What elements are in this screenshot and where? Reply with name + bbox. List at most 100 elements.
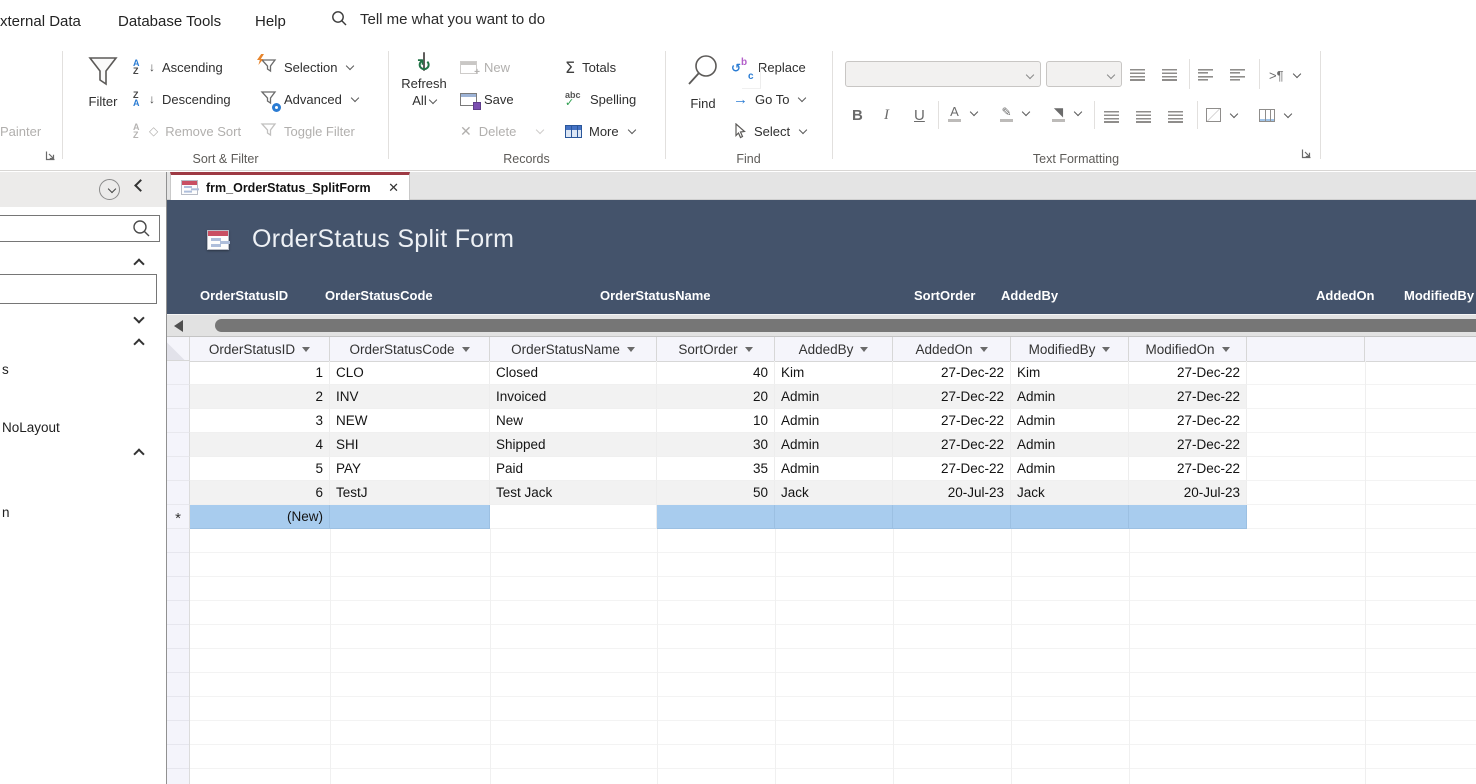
- bold-button[interactable]: B: [852, 103, 863, 127]
- more-button[interactable]: More: [565, 119, 636, 143]
- refresh-all-button[interactable]: ↻ Refresh All: [396, 52, 452, 109]
- font-name-combobox[interactable]: [845, 61, 1041, 87]
- column-header-addedby[interactable]: AddedBy: [775, 337, 893, 362]
- nav-menu-button[interactable]: [99, 179, 120, 200]
- column-header-modifiedon[interactable]: ModifiedOn: [1129, 337, 1247, 362]
- format-painter-button[interactable]: Painter: [0, 119, 41, 143]
- background-color-button[interactable]: ◥: [1052, 101, 1083, 125]
- underline-button[interactable]: U: [914, 103, 925, 127]
- cell-orderstatusid[interactable]: 3: [190, 409, 330, 433]
- cell-orderstatusid[interactable]: 2: [190, 385, 330, 409]
- tell-me-box[interactable]: Tell me what you want to do: [330, 10, 545, 28]
- cell-sortorder[interactable]: 40: [657, 361, 775, 385]
- save-record-button[interactable]: Save: [460, 87, 514, 111]
- nav-section-collapse-icon[interactable]: [133, 258, 145, 270]
- cell-orderstatusname[interactable]: New: [490, 409, 657, 433]
- nav-item-partial[interactable]: NoLayout: [2, 420, 60, 435]
- nav-section-expand-icon[interactable]: [133, 312, 145, 324]
- horizontal-scrollbar[interactable]: [167, 314, 1476, 336]
- close-icon[interactable]: ✕: [388, 180, 399, 196]
- cell-addedby-new[interactable]: [775, 505, 893, 529]
- nav-search-box[interactable]: [0, 215, 160, 242]
- column-filter-arrow-icon[interactable]: [302, 346, 311, 352]
- remove-sort-button[interactable]: A Z ◇ Remove Sort: [133, 119, 241, 143]
- cell-addedby[interactable]: Admin: [775, 409, 893, 433]
- bullets-button[interactable]: [1130, 63, 1145, 87]
- find-button[interactable]: Find: [675, 53, 731, 112]
- record-selector[interactable]: [167, 481, 190, 505]
- cell-modifiedby[interactable]: Admin: [1011, 457, 1129, 481]
- cell-addedon[interactable]: 20-Jul-23: [893, 481, 1011, 505]
- record-selector[interactable]: [167, 385, 190, 409]
- descending-button[interactable]: Z A ↓ Descending: [133, 87, 231, 111]
- new-record-button[interactable]: + New: [460, 55, 510, 79]
- decrease-indent-button[interactable]: [1230, 63, 1245, 87]
- cell-addedon[interactable]: 27-Dec-22: [893, 385, 1011, 409]
- cell-sortorder[interactable]: 30: [657, 433, 775, 457]
- column-header-addedon[interactable]: AddedOn: [893, 337, 1011, 362]
- record-selector[interactable]: [167, 433, 190, 457]
- nav-item-partial[interactable]: s: [2, 362, 9, 377]
- cell-addedby[interactable]: Admin: [775, 457, 893, 481]
- highlight-color-button[interactable]: ✎: [1000, 101, 1031, 125]
- gridlines-button[interactable]: [1206, 103, 1239, 127]
- cell-orderstatuscode-new[interactable]: [330, 505, 490, 529]
- increase-indent-button[interactable]: [1198, 63, 1213, 87]
- nav-section-collapse-icon[interactable]: [133, 338, 145, 350]
- advanced-button[interactable]: Advanced: [260, 87, 360, 112]
- column-filter-arrow-icon[interactable]: [860, 346, 869, 352]
- record-selector[interactable]: [167, 409, 190, 433]
- cell-modifiedon-new[interactable]: [1129, 505, 1247, 529]
- align-right-button[interactable]: [1168, 105, 1183, 129]
- scrollbar-thumb[interactable]: [215, 319, 1476, 332]
- align-left-button[interactable]: [1104, 105, 1119, 129]
- column-header-sortorder[interactable]: SortOrder: [657, 337, 775, 362]
- column-filter-arrow-icon[interactable]: [626, 346, 635, 352]
- cell-sortorder[interactable]: 20: [657, 385, 775, 409]
- cell-sortorder[interactable]: 10: [657, 409, 775, 433]
- nav-item-partial[interactable]: n: [2, 505, 10, 520]
- replace-button[interactable]: ↺ b c Replace: [731, 55, 806, 89]
- cell-addedby[interactable]: Admin: [775, 385, 893, 409]
- ascending-button[interactable]: A Z ↓ Ascending: [133, 55, 223, 79]
- go-to-button[interactable]: → Go To: [733, 87, 807, 111]
- align-center-button[interactable]: [1136, 105, 1151, 129]
- cell-modifiedon[interactable]: 27-Dec-22: [1129, 433, 1247, 457]
- cell-modifiedby[interactable]: Admin: [1011, 385, 1129, 409]
- cell-modifiedon[interactable]: 27-Dec-22: [1129, 361, 1247, 385]
- cell-modifiedon[interactable]: 27-Dec-22: [1129, 409, 1247, 433]
- cell-orderstatusid-new[interactable]: (New): [190, 505, 330, 529]
- cell-orderstatusid[interactable]: 6: [190, 481, 330, 505]
- selection-button[interactable]: Selection: [257, 54, 355, 79]
- column-filter-arrow-icon[interactable]: [979, 346, 988, 352]
- cell-modifiedby-new[interactable]: [1011, 505, 1129, 529]
- cell-orderstatuscode[interactable]: INV: [330, 385, 490, 409]
- cell-sortorder[interactable]: 35: [657, 457, 775, 481]
- column-filter-arrow-icon[interactable]: [461, 346, 470, 352]
- document-tab[interactable]: frm_OrderStatus_SplitForm ✕: [170, 172, 410, 200]
- cell-sortorder[interactable]: 50: [657, 481, 775, 505]
- column-filter-arrow-icon[interactable]: [744, 346, 753, 352]
- cell-modifiedby[interactable]: Kim: [1011, 361, 1129, 385]
- delete-record-button[interactable]: ✕ Delete: [460, 119, 545, 143]
- select-all-corner[interactable]: [167, 337, 190, 361]
- numbering-button[interactable]: [1162, 63, 1177, 87]
- column-filter-arrow-icon[interactable]: [1221, 346, 1230, 352]
- totals-button[interactable]: Σ Totals: [565, 55, 616, 79]
- chevron-down-icon[interactable]: [536, 125, 545, 135]
- cell-addedon[interactable]: 27-Dec-22: [893, 457, 1011, 481]
- nav-selected-item-box[interactable]: [0, 274, 157, 304]
- text-direction-button[interactable]: >¶: [1269, 63, 1301, 87]
- column-header-orderstatusid[interactable]: OrderStatusID: [190, 337, 330, 362]
- cell-addedby[interactable]: Jack: [775, 481, 893, 505]
- cell-orderstatuscode[interactable]: CLO: [330, 361, 490, 385]
- column-header-orderstatuscode[interactable]: OrderStatusCode: [330, 337, 490, 362]
- scroll-left-arrow-icon[interactable]: [174, 320, 183, 332]
- cell-sortorder-new[interactable]: [657, 505, 775, 529]
- toggle-filter-button[interactable]: Toggle Filter: [260, 119, 355, 143]
- ribbon-tab-external-data[interactable]: xternal Data: [0, 13, 81, 30]
- font-size-combobox[interactable]: [1046, 61, 1122, 87]
- cell-orderstatuscode[interactable]: SHI: [330, 433, 490, 457]
- column-header-orderstatusname[interactable]: OrderStatusName: [490, 337, 657, 362]
- cell-addedon-new[interactable]: [893, 505, 1011, 529]
